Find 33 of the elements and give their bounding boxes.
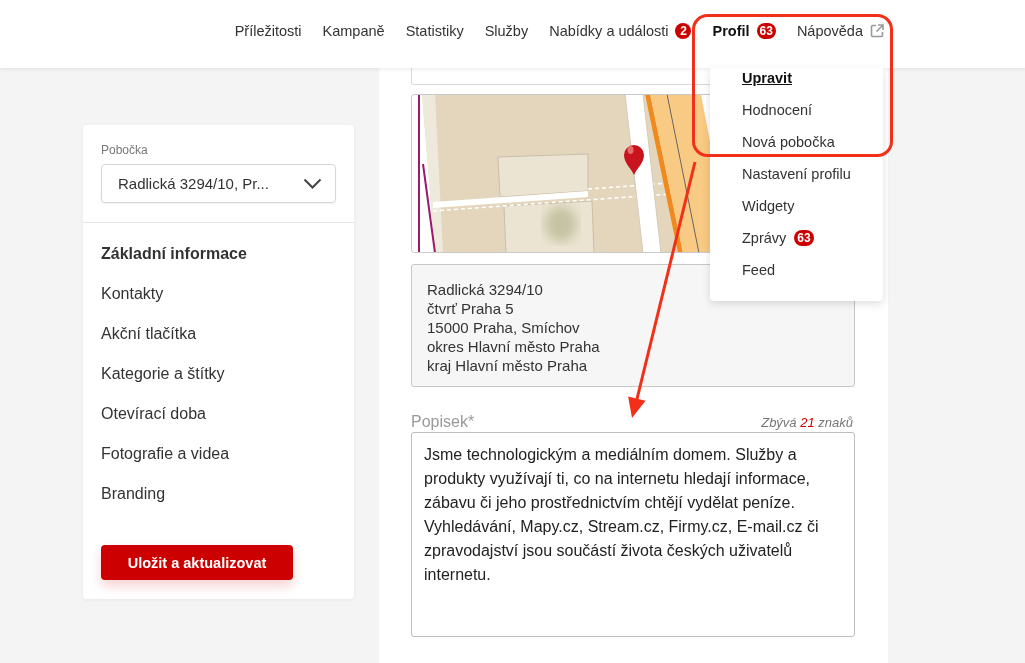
menu-item[interactable]: Hodnocení: [742, 100, 813, 120]
nav-link[interactable]: Nápověda: [796, 23, 884, 39]
menu-item[interactable]: Zprávy: [742, 228, 787, 248]
section-link[interactable]: Kategorie a štítky: [101, 365, 225, 383]
count-badge: 2: [675, 23, 692, 39]
section-link[interactable]: Základní informace: [101, 245, 247, 263]
menu-item[interactable]: Feed: [742, 260, 776, 280]
nav-link[interactable]: Kampaně: [322, 23, 385, 39]
section-link[interactable]: Kontakty: [101, 285, 164, 303]
section-link[interactable]: Otevírací doba: [101, 405, 206, 423]
nav-link[interactable]: Nabídky a události: [549, 23, 669, 39]
count-badge: 63: [794, 230, 814, 246]
external-link-icon: [870, 24, 884, 38]
chevron-down-icon: [303, 178, 322, 189]
section-link[interactable]: Akční tlačítka: [101, 325, 197, 343]
save-button[interactable]: Uložit a aktualizovat: [101, 545, 293, 580]
nav-link[interactable]: Statistiky: [405, 23, 464, 39]
nav-link[interactable]: Příležitosti: [234, 23, 302, 39]
count-badge: 63: [756, 23, 776, 39]
field-label: Pobočka: [101, 142, 148, 158]
nav-link[interactable]: Profil: [712, 23, 750, 39]
menu-item[interactable]: Nová pobočka: [742, 132, 835, 152]
description-field[interactable]: Jsme technologickým a mediálním domem. Služby a produkty využívají ti, co na internetu hledají informace, zábavu či jeho prostřednictvím chtějí vydělat peníze. Vyhledávání, Mapy.cz, Stream.cz, Firmy.cz, E-mail.cz či zpravodajství jsou součástí života českých uživatelů internetu.: [411, 432, 855, 637]
map-pin-icon: [624, 145, 644, 175]
branch-select[interactable]: Radlická 3294/10, Pr...: [101, 164, 336, 203]
menu-item[interactable]: Upravit: [742, 68, 792, 88]
menu-item[interactable]: Nastavení profilu: [742, 164, 851, 184]
section-link[interactable]: Fotografie a videa: [101, 445, 230, 463]
field-label: Popisek*: [411, 413, 475, 431]
section-link[interactable]: Branding: [101, 485, 166, 503]
nav-link[interactable]: Služby: [484, 23, 529, 39]
char-counter: Zbývá 21 znaků: [761, 414, 853, 430]
menu-item[interactable]: Widgety: [742, 196, 795, 216]
